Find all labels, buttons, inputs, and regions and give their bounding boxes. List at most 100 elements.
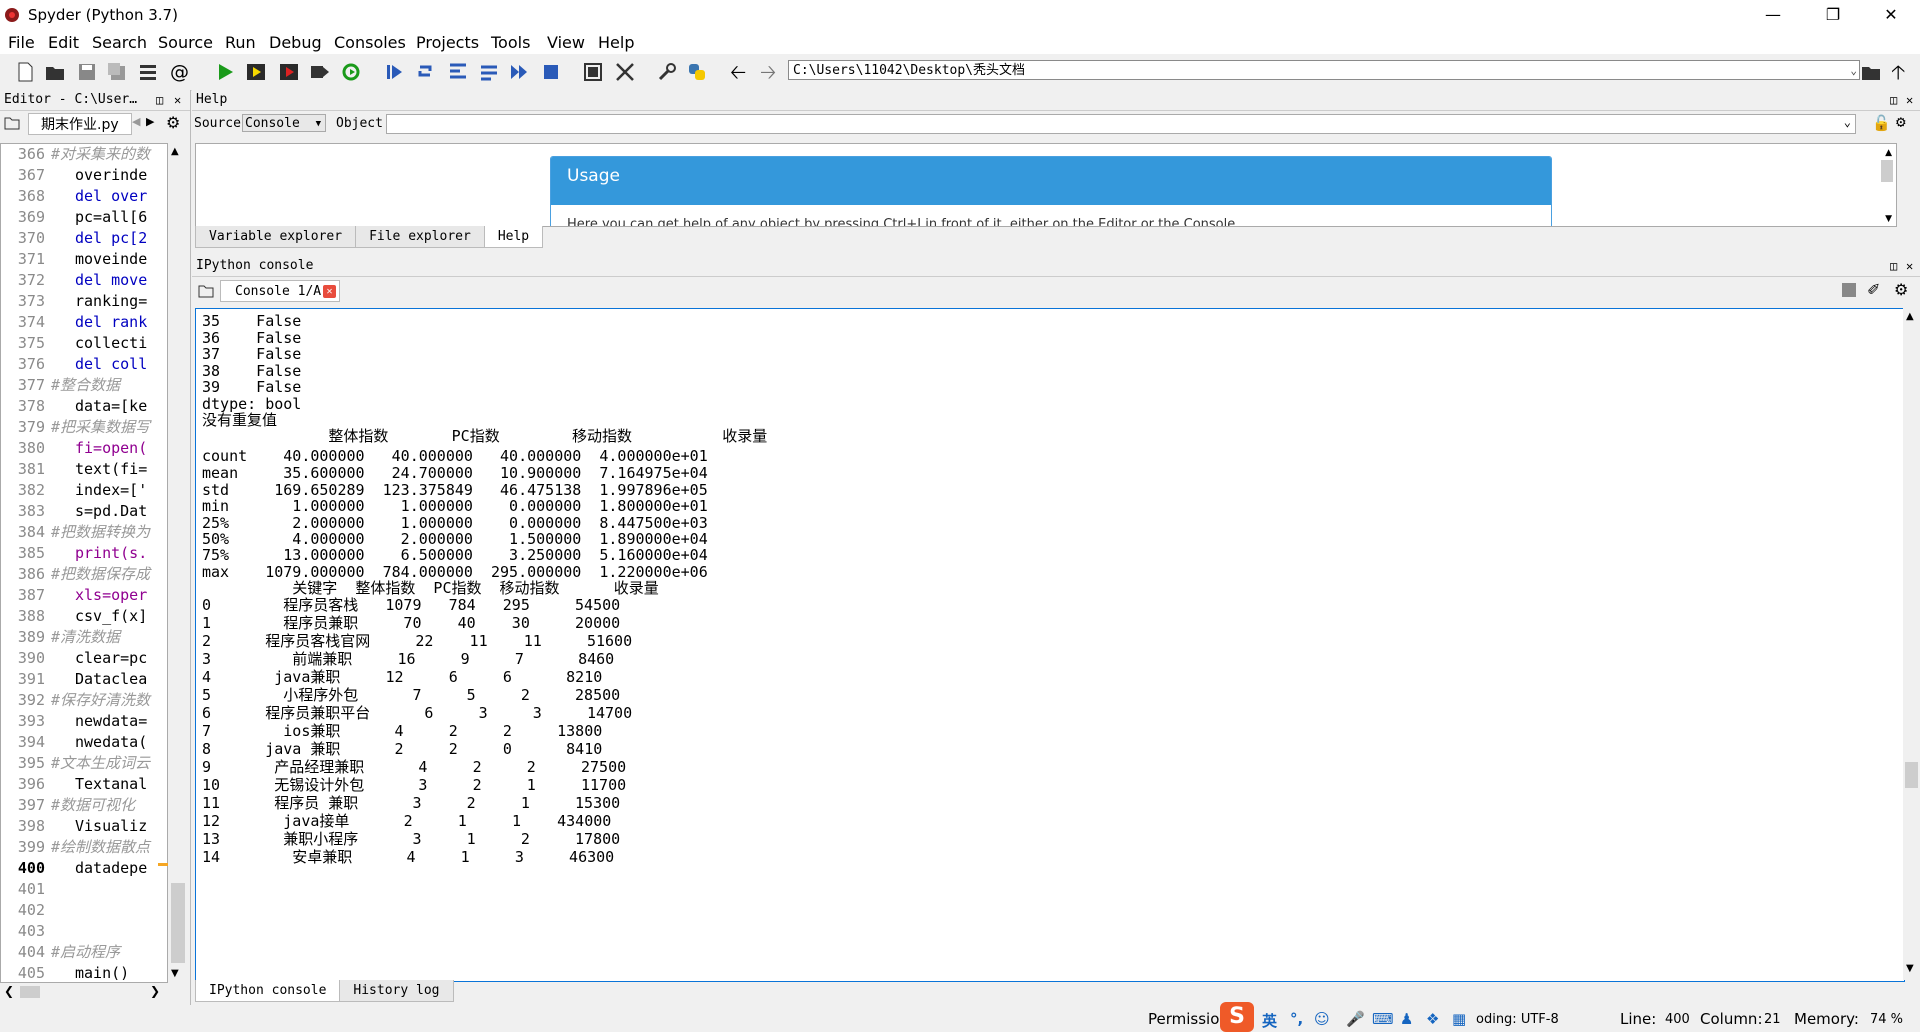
code-line[interactable]: 370 del pc[2 — [1, 228, 147, 249]
editor-scroll-thumb[interactable] — [171, 883, 185, 963]
console-vertical-scrollbar[interactable]: ▲ ▼ — [1903, 308, 1920, 980]
editor-options-gear-icon[interactable]: ⚙ — [166, 113, 180, 132]
code-editor[interactable]: 366 #对采集来的数 367 overinde 368 del over 369 pc=al… — [0, 143, 168, 983]
menu-help[interactable]: Help — [598, 33, 634, 52]
browse-folder-icon[interactable] — [1860, 61, 1882, 83]
code-line[interactable]: 390 clear=pc — [1, 648, 147, 669]
rerun-icon[interactable] — [340, 61, 362, 83]
code-line[interactable]: 396 Textanal — [1, 774, 147, 795]
preferences-wrench-icon[interactable] — [656, 61, 678, 83]
fullscreen-icon[interactable] — [614, 61, 636, 83]
ime-language[interactable]: 英 — [1262, 1010, 1277, 1031]
parent-directory-arrow-icon[interactable]: 🡡 — [1891, 61, 1913, 83]
console-output[interactable]: 35 False 36 False 37 False 38 False 39 False… — [195, 308, 1905, 982]
editor-vertical-scrollbar[interactable]: ▲ ▼ — [158, 143, 188, 983]
code-line[interactable]: 401 — [1, 879, 75, 900]
tab-history-log[interactable]: History log — [339, 980, 454, 1002]
run-selection-icon[interactable] — [309, 61, 331, 83]
close-pane-icon[interactable]: ✕ — [1906, 256, 1913, 276]
browse-tabs-icon[interactable] — [198, 284, 214, 298]
ime-voice-icon[interactable]: 🎤 — [1346, 1010, 1365, 1028]
undock-icon[interactable]: ◫ — [1890, 256, 1897, 276]
code-line[interactable]: 369 pc=all[6 — [1, 207, 147, 228]
console-options-gear-icon[interactable]: ⚙ — [1894, 280, 1908, 299]
code-line[interactable]: 404 #启动程序 — [1, 942, 120, 963]
code-line[interactable]: 386 #把数据保存成 — [1, 564, 150, 585]
close-button[interactable]: ✕ — [1868, 0, 1914, 30]
undock-icon[interactable]: ◫ — [156, 90, 163, 110]
debug-icon[interactable] — [383, 61, 405, 83]
code-line[interactable]: 379 #把采集数据写 — [1, 417, 150, 438]
step-into-icon[interactable] — [447, 61, 469, 83]
menu-view[interactable]: View — [547, 33, 585, 52]
code-line[interactable]: 387 xls=oper — [1, 585, 147, 606]
run-cell-icon[interactable] — [245, 61, 267, 83]
scroll-down-icon[interactable]: ▼ — [1885, 214, 1892, 224]
editor-tab-file[interactable]: 期末作业.py — [28, 113, 132, 135]
back-arrow-icon[interactable]: 🡠 — [730, 61, 752, 83]
code-line[interactable]: 384 #把数据转换为 — [1, 522, 150, 543]
console-scroll-thumb[interactable] — [1905, 762, 1918, 788]
code-line[interactable]: 383 s=pd.Dat — [1, 501, 147, 522]
step-return-icon[interactable] — [478, 61, 500, 83]
scroll-up-icon[interactable]: ▲ — [1906, 311, 1914, 322]
working-directory-input[interactable]: C:\Users\11042\Desktop\秃头文档 ⌄ — [788, 60, 1860, 80]
scroll-up-icon[interactable]: ▲ — [171, 146, 179, 157]
scroll-down-icon[interactable]: ▼ — [1906, 963, 1914, 974]
scroll-down-icon[interactable]: ▼ — [171, 968, 179, 979]
lock-icon[interactable]: 🔓 — [1872, 114, 1891, 132]
tab-help[interactable]: Help — [483, 226, 544, 248]
editor-hscroll-thumb[interactable] — [20, 986, 40, 998]
close-tab-icon[interactable]: ✕ — [323, 285, 336, 298]
restore-button[interactable]: ❐ — [1810, 0, 1856, 30]
save-icon[interactable] — [76, 61, 98, 83]
browse-tabs-icon[interactable] — [4, 116, 20, 130]
chevron-down-icon[interactable]: ⌄ — [1850, 61, 1857, 81]
code-line[interactable]: 366 #对采集来的数 — [1, 144, 150, 165]
menu-file[interactable]: File — [8, 33, 35, 52]
ime-punctuation-icon[interactable]: °, — [1290, 1010, 1303, 1028]
object-input[interactable]: ⌄ — [386, 114, 1856, 134]
console-tab[interactable]: Console 1/A ✕ — [220, 280, 340, 302]
menu-edit[interactable]: Edit — [48, 33, 79, 52]
ime-keyboard-icon[interactable]: ⌨ — [1372, 1010, 1394, 1028]
ime-skin-icon[interactable]: ❖ — [1426, 1010, 1439, 1028]
help-scroll-thumb[interactable] — [1881, 160, 1893, 182]
code-line[interactable]: 375 collecti — [1, 333, 147, 354]
chevron-down-icon[interactable]: ⌄ — [1844, 115, 1851, 129]
code-line[interactable]: 378 data=[ke — [1, 396, 147, 417]
code-line[interactable]: 391 Dataclea — [1, 669, 147, 690]
ime-user-icon[interactable]: ♟ — [1400, 1010, 1413, 1028]
code-line[interactable]: 393 newdata= — [1, 711, 147, 732]
code-line[interactable]: 382 index=[' — [1, 480, 147, 501]
run-cell-advance-icon[interactable] — [278, 61, 300, 83]
code-line[interactable]: 385 print(s. — [1, 543, 147, 564]
editor-horizontal-scrollbar[interactable]: ❮ ❯ — [0, 983, 168, 1001]
code-line[interactable]: 395 #文本生成词云 — [1, 753, 150, 774]
ime-toolbox-icon[interactable]: ▦ — [1452, 1010, 1466, 1028]
code-line[interactable]: 394 nwedata( — [1, 732, 147, 753]
scroll-up-icon[interactable]: ▲ — [1885, 148, 1892, 158]
close-pane-icon[interactable]: ✕ — [174, 90, 181, 110]
open-file-icon[interactable] — [44, 61, 66, 83]
code-line[interactable]: 403 — [1, 921, 75, 942]
help-options-gear-icon[interactable]: ⚙ — [1896, 112, 1906, 131]
code-line[interactable]: 372 del move — [1, 270, 147, 291]
tab-ipython-console[interactable]: IPython console — [195, 980, 341, 1002]
stop-debug-icon[interactable] — [540, 61, 562, 83]
forward-arrow-icon[interactable]: 🡢 — [760, 61, 782, 83]
menu-source[interactable]: Source — [158, 33, 213, 52]
menu-projects[interactable]: Projects — [416, 33, 479, 52]
code-line[interactable]: 376 del coll — [1, 354, 147, 375]
ime-emoji-icon[interactable]: ☺ — [1314, 1010, 1330, 1028]
scroll-right-icon[interactable]: ❯ — [150, 984, 160, 998]
scroll-left-icon[interactable]: ❮ — [4, 984, 14, 998]
code-line[interactable]: 380 fi=open( — [1, 438, 147, 459]
code-line[interactable]: 377 #整合数据 — [1, 375, 120, 396]
code-line[interactable]: 381 text(fi= — [1, 459, 147, 480]
tab-file-explorer[interactable]: File explorer — [355, 226, 485, 248]
close-pane-icon[interactable]: ✕ — [1906, 90, 1913, 110]
run-icon[interactable] — [214, 61, 236, 83]
menu-debug[interactable]: Debug — [269, 33, 322, 52]
eraser-icon[interactable]: ✐ — [1867, 280, 1880, 299]
